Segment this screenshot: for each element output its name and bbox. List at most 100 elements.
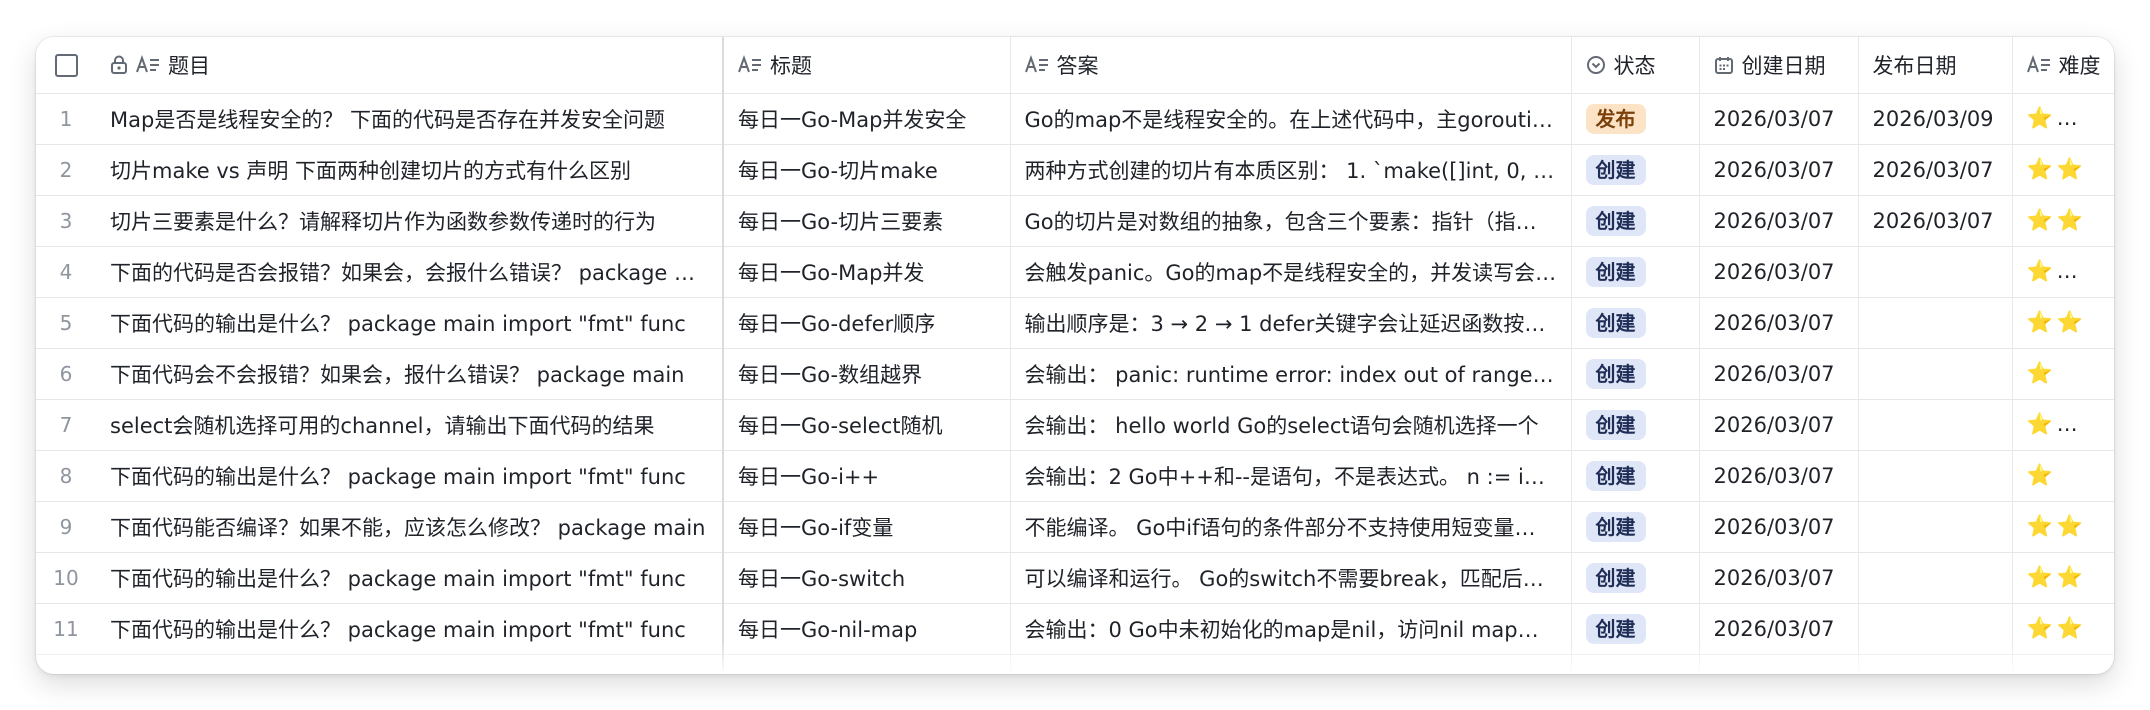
cell-headline[interactable]: 每日一Go-切片make — [723, 144, 1011, 196]
cell-headline[interactable]: 每日一Go-Map并发安全 — [723, 93, 1011, 145]
cell-answer[interactable]: 会触发panic。Go的map不是线程安全的，并发读写会导致 — [1010, 246, 1572, 298]
table-row[interactable]: 3 切片三要素是什么？请解释切片作为函数参数传递时的行为 每日一Go-切片三要素 Go… — [36, 195, 2114, 247]
cell-headline[interactable]: 每日一Go-Map并发 — [723, 246, 1011, 298]
cell-created[interactable]: 2026/03/07 — [1699, 399, 1859, 451]
cell-answer[interactable]: 会输出：2 Go中++和--是语句，不是表达式。 n := i++ — [1010, 450, 1572, 502]
cell-difficulty[interactable]: ⭐⭐⭐ — [2012, 93, 2114, 145]
cell-headline[interactable]: 每日一Go-switch — [723, 552, 1011, 604]
cell-difficulty[interactable]: ⭐⭐ — [2012, 144, 2114, 196]
cell-status[interactable]: 创建 — [1571, 144, 1700, 196]
cell-title[interactable]: 切片三要素是什么？请解释切片作为函数参数传递时的行为 — [96, 195, 724, 247]
cell-created[interactable]: 2026/03/07 — [1699, 501, 1859, 553]
cell-status[interactable]: 创建 — [1571, 297, 1700, 349]
cell-answer[interactable]: 会输出：0 Go中未初始化的map是nil，访问nil map返回零值 — [1010, 603, 1572, 655]
cell-title[interactable]: Map是否是线程安全的？ 下面的代码是否存在并发安全问题 — [96, 93, 724, 145]
cell-status[interactable]: 创建 — [1571, 501, 1700, 553]
cell-status[interactable]: 创建 — [1571, 348, 1700, 400]
cell-created[interactable]: 2026/03/07 — [1699, 348, 1859, 400]
cell-answer[interactable]: 会输出： panic: runtime error: index out of … — [1010, 348, 1572, 400]
cell-title[interactable]: 切片make vs 声明 下面两种创建切片的方式有什么区别 — [96, 144, 724, 196]
star-rating-icon: ⭐⭐⭐ — [2026, 259, 2114, 283]
table-row[interactable]: 6 下面代码会不会报错？如果会，报什么错误？ package main 每日一Go-… — [36, 348, 2114, 400]
cell-title[interactable]: 下面代码的输出是什么？ package main import "fmt" fu… — [96, 552, 724, 604]
cell-status[interactable]: 发布 — [1571, 93, 1700, 145]
select-all-checkbox[interactable] — [54, 54, 78, 77]
cell-difficulty[interactable]: ⭐ — [2012, 450, 2114, 502]
cell-created[interactable]: 2026/03/07 — [1699, 246, 1859, 298]
cell-headline[interactable]: 每日一Go-defer顺序 — [723, 297, 1011, 349]
cell-difficulty[interactable]: ⭐⭐ — [2012, 552, 2114, 604]
status-badge: 创建 — [1585, 307, 1646, 338]
cell-difficulty[interactable]: ⭐⭐⭐ — [2012, 399, 2114, 451]
cell-published[interactable] — [1858, 552, 2013, 604]
cell-headline[interactable]: 每日一Go-数组越界 — [723, 348, 1011, 400]
cell-difficulty[interactable]: ⭐⭐ — [2012, 297, 2114, 349]
table-row[interactable]: 10 下面代码的输出是什么？ package main import "fmt" … — [36, 552, 2114, 604]
cell-published[interactable] — [1858, 603, 2013, 655]
table-row[interactable]: 8 下面代码的输出是什么？ package main import "fmt" f… — [36, 450, 2114, 502]
cell-published[interactable]: 2026/03/07 — [1858, 144, 2013, 196]
cell-published[interactable] — [1858, 399, 2013, 451]
column-header-headline[interactable]: 标题 — [723, 37, 1011, 94]
cell-published[interactable] — [1858, 450, 2013, 502]
cell-headline[interactable]: 每日一Go-if变量 — [723, 501, 1011, 553]
cell-published[interactable] — [1858, 246, 2013, 298]
cell-difficulty[interactable]: ⭐⭐ — [2012, 501, 2114, 553]
cell-published[interactable]: 2026/03/07 — [1858, 195, 2013, 247]
cell-created[interactable]: 2026/03/07 — [1699, 552, 1859, 604]
table-row[interactable]: 2 切片make vs 声明 下面两种创建切片的方式有什么区别 每日一Go-切片ma… — [36, 144, 2114, 196]
cell-published[interactable] — [1858, 348, 2013, 400]
cell-title[interactable]: select会随机选择可用的channel，请输出下面代码的结果 — [96, 399, 724, 451]
cell-title[interactable]: 下面代码会不会报错？如果会，报什么错误？ package main — [96, 348, 724, 400]
table-row[interactable]: 7 select会随机选择可用的channel，请输出下面代码的结果 每日一Go-s… — [36, 399, 2114, 451]
cell-status[interactable]: 创建 — [1571, 552, 1700, 604]
cell-answer[interactable]: Go的map不是线程安全的。在上述代码中，主goroutine — [1010, 93, 1572, 145]
cell-headline[interactable]: 每日一Go-i++ — [723, 450, 1011, 502]
table-row[interactable]: 11 下面代码的输出是什么？ package main import "fmt" … — [36, 603, 2114, 655]
cell-headline[interactable]: 每日一Go-切片三要素 — [723, 195, 1011, 247]
cell-created[interactable]: 2026/03/07 — [1699, 297, 1859, 349]
table-row[interactable]: 5 下面代码的输出是什么？ package main import "fmt" f… — [36, 297, 2114, 349]
table-row[interactable]: 9 下面代码能否编译？如果不能，应该怎么修改？ package main 每日一Go… — [36, 501, 2114, 553]
cell-headline[interactable]: 每日一Go-nil-map — [723, 603, 1011, 655]
cell-published[interactable] — [1858, 297, 2013, 349]
cell-created[interactable]: 2026/03/07 — [1699, 144, 1859, 196]
column-header-answer[interactable]: 答案 — [1010, 37, 1572, 94]
cell-created[interactable]: 2026/03/07 — [1699, 603, 1859, 655]
cell-created[interactable]: 2026/03/07 — [1699, 450, 1859, 502]
cell-answer[interactable]: 输出顺序是：3 → 2 → 1 defer关键字会让延迟函数按后进先出 — [1010, 297, 1572, 349]
star-rating-icon: ⭐⭐ — [2026, 514, 2087, 538]
column-header-title[interactable]: 题目 — [96, 37, 724, 94]
cell-difficulty[interactable]: ⭐⭐⭐ — [2012, 246, 2114, 298]
cell-answer[interactable]: 可以编译和运行。 Go的switch不需要break，匹配后自动终止 — [1010, 552, 1572, 604]
cell-title[interactable]: 下面代码能否编译？如果不能，应该怎么修改？ package main — [96, 501, 724, 553]
cell-published[interactable] — [1858, 501, 2013, 553]
cell-answer[interactable]: 不能编译。 Go中if语句的条件部分不支持使用短变量声明 — [1010, 501, 1572, 553]
cell-status[interactable]: 创建 — [1571, 246, 1700, 298]
cell-headline[interactable]: 每日一Go-select随机 — [723, 399, 1011, 451]
table-row[interactable]: 1 Map是否是线程安全的？ 下面的代码是否存在并发安全问题 每日一Go-Map并发… — [36, 93, 2114, 145]
cell-created[interactable]: 2026/03/07 — [1699, 195, 1859, 247]
column-header-difficulty[interactable]: 难度 — [2012, 37, 2114, 94]
cell-answer[interactable]: 两种方式创建的切片有本质区别： 1. `make([]int, 0, 10)` — [1010, 144, 1572, 196]
cell-title[interactable]: 下面代码的输出是什么？ package main import "fmt" fu… — [96, 297, 724, 349]
cell-title[interactable]: 下面的代码是否会报错？如果会，会报什么错误？ package main — [96, 246, 724, 298]
cell-difficulty[interactable]: ⭐⭐ — [2012, 603, 2114, 655]
cell-published[interactable]: 2026/03/09 — [1858, 93, 2013, 145]
cell-title[interactable]: 下面代码的输出是什么？ package main import "fmt" fu… — [96, 603, 724, 655]
column-header-published[interactable]: 发布日期 — [1858, 37, 2013, 94]
cell-status[interactable]: 创建 — [1571, 399, 1700, 451]
cell-status[interactable]: 创建 — [1571, 450, 1700, 502]
cell-difficulty[interactable]: ⭐⭐ — [2012, 195, 2114, 247]
cell-answer[interactable]: 会输出： hello world Go的select语句会随机选择一个 — [1010, 399, 1572, 451]
cell-status[interactable]: 创建 — [1571, 603, 1700, 655]
cell-created[interactable]: 2026/03/07 — [1699, 93, 1859, 145]
column-header-created[interactable]: 创建日期 — [1699, 37, 1859, 94]
cell-status[interactable]: 创建 — [1571, 195, 1700, 247]
text-field-icon — [1024, 54, 1049, 75]
column-header-status[interactable]: 状态 — [1571, 37, 1700, 94]
table-row[interactable]: 4 下面的代码是否会报错？如果会，会报什么错误？ package main 每日一G… — [36, 246, 2114, 298]
cell-difficulty[interactable]: ⭐ — [2012, 348, 2114, 400]
cell-answer[interactable]: Go的切片是对数组的抽象，包含三个要素：指针（指向底层数组） — [1010, 195, 1572, 247]
cell-title[interactable]: 下面代码的输出是什么？ package main import "fmt" fu… — [96, 450, 724, 502]
